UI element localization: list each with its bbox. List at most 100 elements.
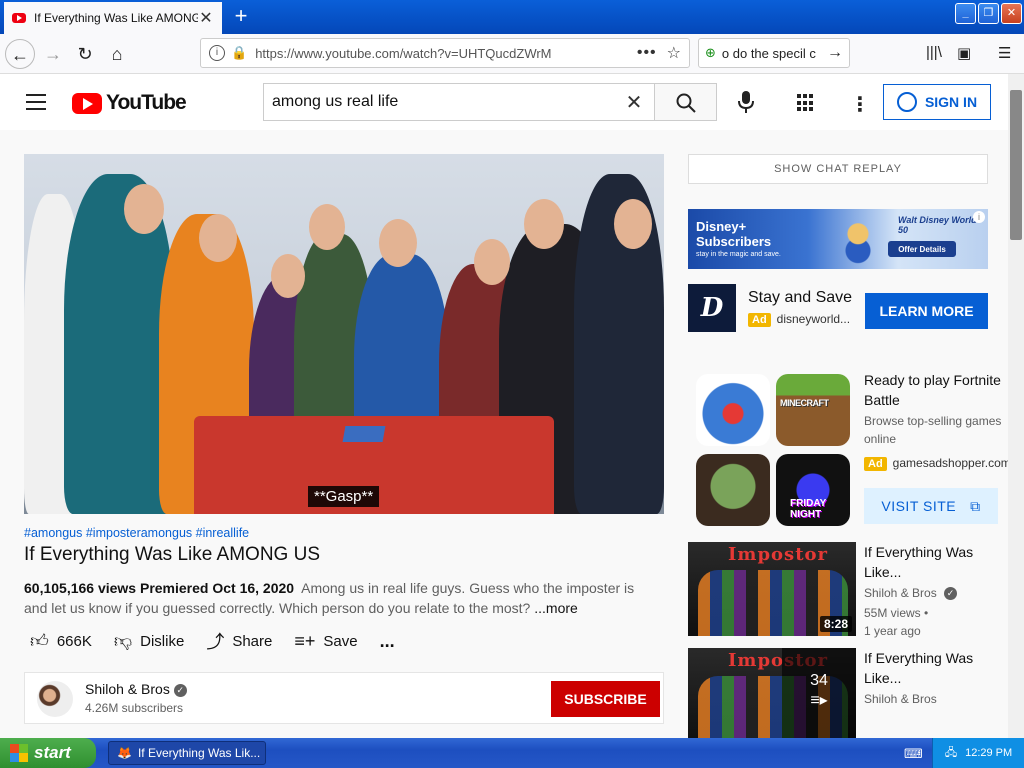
channel-name-row[interactable]: Shiloh & Bros ✓ [85,681,187,697]
recommended-video[interactable]: Impostor 8:28 If Everything Was Like... … [688,542,1008,638]
more-actions-label: ... [379,630,395,651]
recommended-playlist[interactable]: Impostor 34 ≡▸ If Everything Was Like...… [688,648,1008,738]
page-actions-icon[interactable]: ••• [637,44,657,62]
system-tray: 🖧 12:29 PM [932,738,1024,768]
url-text[interactable]: https://www.youtube.com/watch?v=UHTQucdZ… [255,46,637,61]
game-ad-url-row: Ad gamesadshopper.com [864,456,1008,471]
tab-close-icon[interactable]: ✕ [198,8,214,28]
more-actions-button[interactable]: ... [380,631,395,652]
windows-taskbar: start 🦊 If Everything Was Lik... ⌨ 🖧 12:… [0,738,1024,768]
banner-ad-tagline: stay in the magic and save. [696,251,781,258]
video-face [309,204,345,250]
settings-kebab-icon[interactable]: ⋮ [850,92,870,117]
visit-site-button[interactable]: VISIT SITE ⧉ [864,488,998,524]
recommended-title[interactable]: If Everything Was Like... [864,542,984,582]
sign-in-button[interactable]: SIGN IN [883,84,991,120]
share-button[interactable]: ⤴ Share [206,628,272,654]
bookmark-star-icon[interactable]: ☆ [667,43,681,63]
subscribe-button[interactable]: SUBSCRIBE [551,681,660,717]
minimize-button[interactable]: _ [955,3,976,24]
network-tray-icon[interactable]: 🖧 [945,744,957,763]
hamburger-menu-icon[interactable]: ☰ [998,44,1011,62]
voice-search-button[interactable] [730,86,762,118]
new-tab-button[interactable]: + [228,4,254,30]
reload-button[interactable]: ↻ [70,39,100,69]
promo-url-row: Ad disneyworld... [748,312,850,327]
minecraft-game-tile: MINECRAFT [776,374,850,446]
recommended-title[interactable]: If Everything Was Like... [864,648,984,688]
youtube-search-field[interactable]: ✕ [263,83,655,121]
sign-in-label: SIGN IN [924,94,978,110]
disney-banner-ad[interactable]: Disney+ Subscribers stay in the magic an… [688,209,988,269]
taskbar-window-title: If Everything Was Lik... [137,746,261,760]
video-duration: 8:28 [819,616,852,632]
show-more-link[interactable]: ...more [534,600,578,616]
banner-ad-headline: Disney+ Subscribers [696,219,772,249]
start-label: start [34,743,71,762]
recommended-thumbnail[interactable]: Impostor 34 ≡▸ [688,648,856,738]
forward-button[interactable]: → [38,39,68,69]
video-description[interactable]: 60,105,166 views Premiered Oct 16, 2020 … [24,578,644,618]
promo-url: disneyworld... [776,312,851,326]
offer-details-button[interactable]: Offer Details [888,241,956,257]
learn-more-button[interactable]: LEARN MORE [865,293,988,329]
recommended-channel-name: Shiloh & Bros [864,586,937,600]
dislike-label: Dislike [140,632,185,650]
back-button[interactable]: ← [5,39,35,69]
video-player[interactable]: **Gasp** [24,154,664,514]
youtube-search-button[interactable] [655,83,717,121]
ad-info-icon[interactable]: i [973,211,985,223]
youtube-header: YouTube ✕ ⋮ SIGN IN [0,74,1008,130]
save-playlist-icon: ≡+ [294,630,316,651]
windows-flag-icon [10,744,28,762]
game-ad-title: Ready to play Fortnite Battle [864,372,1001,408]
search-go-icon[interactable]: → [827,44,843,62]
sidebar-toggle-icon[interactable]: ▣ [957,44,971,62]
dislike-button[interactable]: 👎︎ Dislike [114,630,184,652]
site-info-icon[interactable]: i [209,45,225,61]
video-face [379,219,417,267]
scary-teacher-game-tile [696,454,770,526]
fnf-tile-label: FRIDAY NIGHT [790,498,827,520]
browser-tab-active[interactable]: If Everything Was Like AMONG US ✕ [4,2,222,34]
ad-badge: Ad [864,457,887,471]
browser-title-bar: If Everything Was Like AMONG US ✕ + _ ❐ … [0,0,1024,34]
close-window-button[interactable]: ✕ [1001,3,1022,24]
guide-menu-icon[interactable] [26,94,46,110]
like-button[interactable]: 👍︎ 666K [30,630,92,652]
clear-search-icon[interactable]: ✕ [622,90,646,115]
address-bar[interactable]: i 🔒 https://www.youtube.com/watch?v=UHTQ… [200,38,690,68]
video-hashtags[interactable]: #amongus #imposteramongus #inreallife [24,526,249,540]
page-scrollbar[interactable] [1008,74,1024,738]
playlist-overlay: 34 ≡▸ [782,648,856,738]
recommended-views: 55M views • [864,606,929,620]
video-card-prop [342,426,386,442]
recommended-thumbnail[interactable]: Impostor 8:28 [688,542,856,636]
lock-icon: 🔒 [231,45,248,60]
show-chat-replay-button[interactable]: SHOW CHAT REPLAY [688,154,988,184]
browser-search-text[interactable]: o do the specil c [722,46,827,61]
disney-logo-icon: D [688,284,736,332]
thumbnail-text: Impostor [728,544,828,565]
youtube-logo[interactable]: YouTube [72,91,187,115]
games-ad[interactable]: MINECRAFT FRIDAY NIGHT Ready to play For… [688,364,1008,534]
scrollbar-thumb[interactable] [1010,90,1022,240]
youtube-search-input[interactable] [272,93,622,111]
description-line-1: Among us in real life guys. Guess who th… [301,580,635,596]
save-button[interactable]: ≡+ Save [294,631,357,652]
apps-grid-icon[interactable] [797,94,815,112]
like-count: 666K [56,632,92,650]
library-icon[interactable]: |||\ [926,44,942,61]
taskbar-window-item[interactable]: 🦊 If Everything Was Lik... [108,741,266,765]
game-ad-subtitle: Browse top-selling games online [864,414,1002,446]
home-button[interactable]: ⌂ [102,39,132,69]
keyboard-tray-icon[interactable]: ⌨ [904,746,923,762]
friday-night-funkin-game-tile: FRIDAY NIGHT [776,454,850,526]
browser-navigation-bar: ← → ↻ ⌂ i 🔒 https://www.youtube.com/watc… [0,34,1024,74]
channel-avatar[interactable] [37,681,73,717]
browser-search-box[interactable]: ⊕ o do the specil c → [698,38,850,68]
pluto-character-image [838,217,878,265]
start-button[interactable]: start [0,738,96,768]
maximize-button[interactable]: ❐ [978,3,999,24]
description-line-2: and let us know if you guessed correctly… [24,600,531,616]
